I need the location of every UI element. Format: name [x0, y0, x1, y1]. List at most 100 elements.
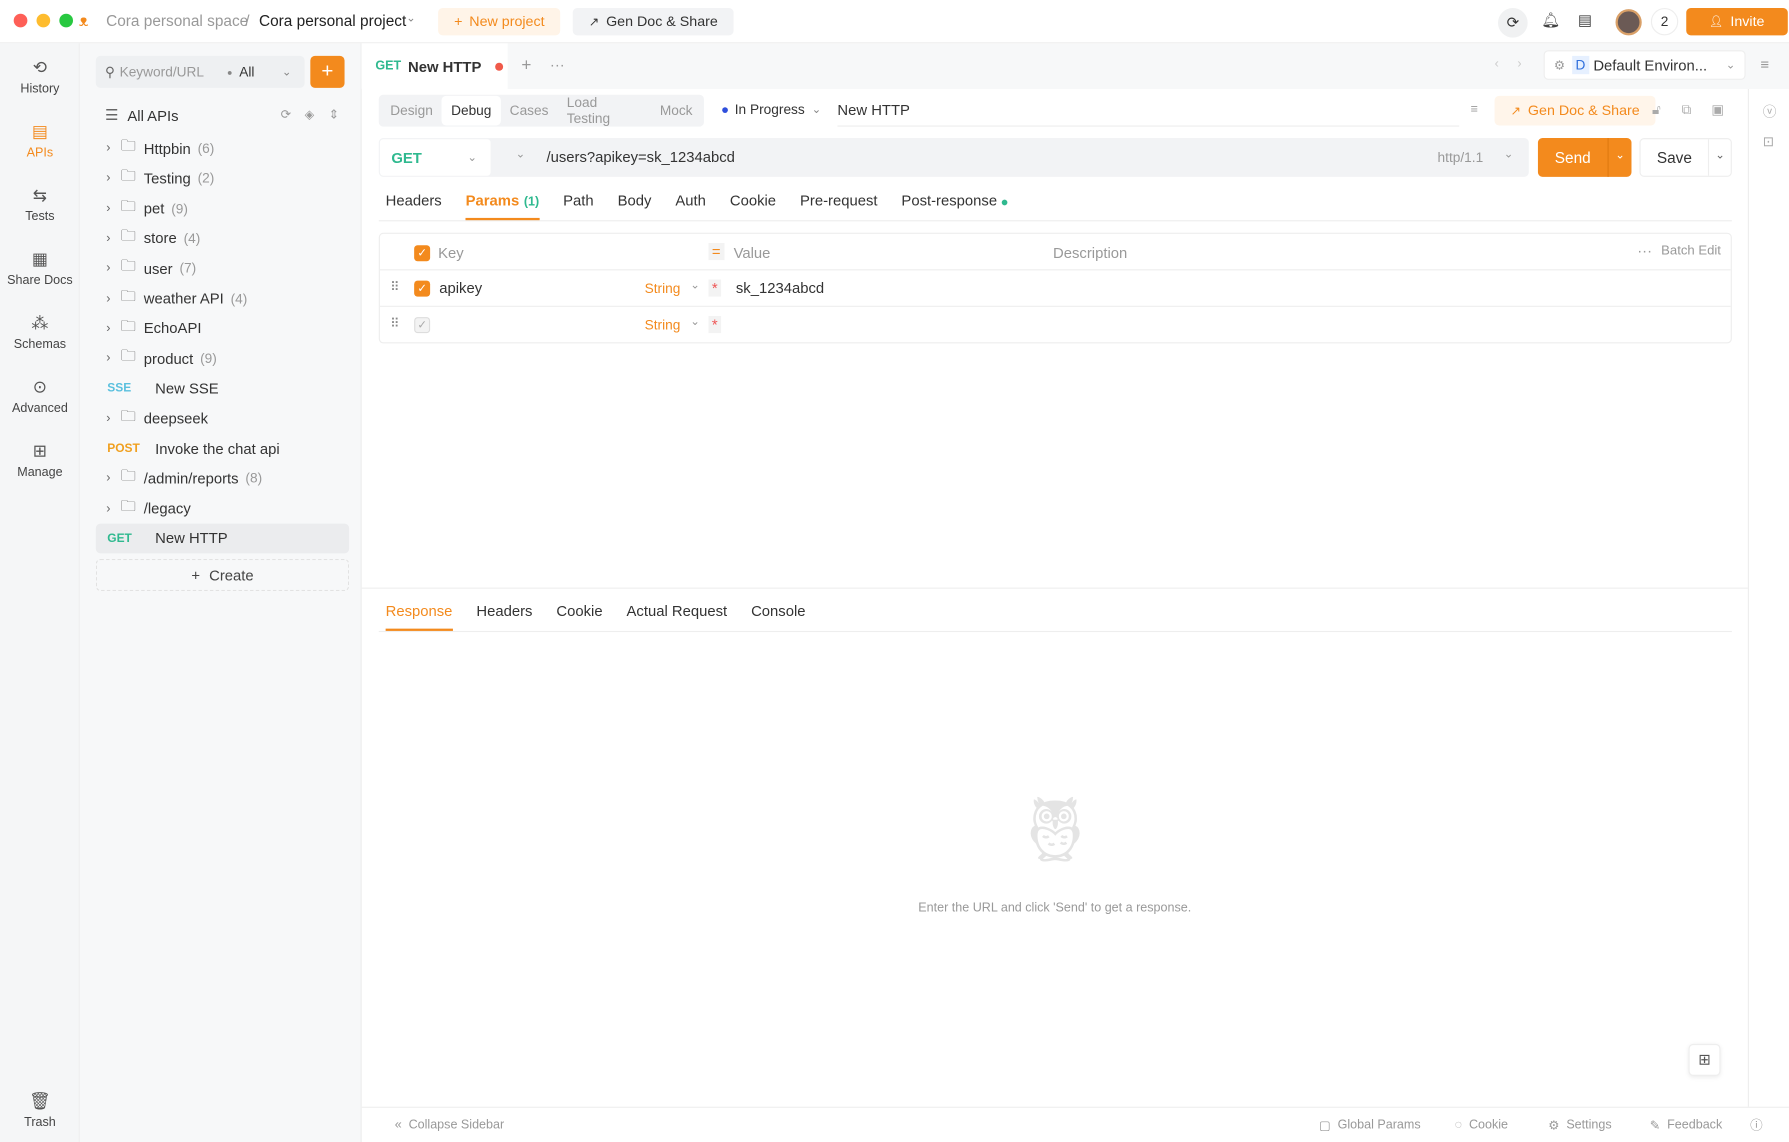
more-icon[interactable]: ···: [1637, 242, 1652, 259]
global-params-button[interactable]: ▢ Global Params: [1319, 1118, 1421, 1132]
chevron-down-icon[interactable]: ⌄: [282, 66, 292, 79]
mode-tab-debug[interactable]: Debug: [441, 95, 501, 126]
help-icon[interactable]: ⓘ: [1750, 1116, 1763, 1134]
chevron-down-icon[interactable]: ⌄: [406, 13, 416, 26]
workspace-link[interactable]: Cora personal space: [106, 13, 248, 30]
save-options-icon[interactable]: ⌄: [1708, 139, 1731, 176]
feedback-button[interactable]: ✎ Feedback: [1650, 1118, 1722, 1132]
chevron-down-icon[interactable]: ⌄: [1504, 148, 1514, 161]
search-input[interactable]: ⚲ Keyword/URL ● All ⌄: [95, 55, 305, 88]
chevron-right-icon[interactable]: ›: [96, 141, 121, 155]
format-icon[interactable]: ≡: [1471, 103, 1478, 117]
folder-item[interactable]: › 🗀︎ weather API (4): [96, 284, 349, 314]
gen-doc-share-button[interactable]: ↗ Gen Doc & Share: [1494, 95, 1656, 126]
param-type-select[interactable]: String: [645, 281, 681, 297]
sync-icon[interactable]: ⟳: [1498, 7, 1528, 38]
tab-new-http[interactable]: GET New HTTP: [361, 43, 508, 89]
menu-icon[interactable]: ≡: [1760, 56, 1769, 73]
batch-edit-button[interactable]: Batch Edit: [1661, 244, 1721, 258]
nav-manage[interactable]: ⊞ Manage: [0, 440, 80, 480]
required-toggle-icon[interactable]: *: [708, 279, 722, 297]
api-item[interactable]: GET New HTTP: [95, 523, 350, 554]
param-value-input[interactable]: sk_1234abcd: [736, 280, 824, 297]
response-tab-headers[interactable]: Headers: [476, 602, 532, 631]
chevron-right-icon[interactable]: ›: [96, 201, 121, 215]
chevron-down-icon[interactable]: ⌄: [690, 316, 700, 329]
create-button[interactable]: + Create: [95, 559, 350, 591]
mode-tab-cases[interactable]: Cases: [501, 96, 558, 126]
save-button[interactable]: Save ⌄: [1639, 138, 1732, 177]
response-tab-response[interactable]: Response: [385, 602, 453, 631]
prev-tab-icon[interactable]: ‹: [1495, 57, 1499, 71]
chevron-right-icon[interactable]: ›: [96, 231, 121, 245]
select-all-checkbox[interactable]: ✓: [414, 245, 431, 262]
send-button[interactable]: Send ⌄: [1537, 138, 1632, 177]
settings-button[interactable]: ⚙ Settings: [1548, 1118, 1611, 1132]
copy-icon[interactable]: ⧉: [1682, 102, 1692, 119]
all-apis[interactable]: ☰ All APIs: [105, 106, 179, 124]
filter-select[interactable]: All: [239, 64, 254, 80]
add-button[interactable]: +: [310, 55, 345, 88]
expand-collapse-icon[interactable]: ⇕: [329, 107, 340, 122]
nav-history[interactable]: ⟲ History: [0, 57, 80, 96]
tab-post-response[interactable]: Post-response: [901, 192, 1008, 221]
folder-item[interactable]: › 🗀︎ store (4): [96, 223, 349, 253]
nav-trash[interactable]: 🗑︎ Trash: [0, 1091, 80, 1130]
protocol-select[interactable]: http/1.1: [1438, 149, 1484, 165]
response-tab-cookie[interactable]: Cookie: [556, 602, 602, 631]
param-type-select[interactable]: String: [645, 317, 681, 333]
collapse-sidebar-button[interactable]: « Collapse Sidebar: [395, 1118, 504, 1132]
folder-item[interactable]: › 🗀︎ EchoAPI: [96, 314, 349, 344]
response-tab-actual-request[interactable]: Actual Request: [627, 602, 728, 631]
folder-item[interactable]: › 🗀︎ /legacy: [96, 494, 349, 524]
chevron-right-icon[interactable]: ›: [96, 171, 121, 185]
next-tab-icon[interactable]: ›: [1517, 57, 1521, 71]
project-selector[interactable]: Cora personal project: [259, 13, 406, 30]
param-key-input[interactable]: apikey: [439, 280, 482, 297]
layout-toggle-icon[interactable]: ⊞: [1688, 1043, 1721, 1076]
folder-item[interactable]: › 🗀︎ deepseek: [96, 404, 349, 434]
nav-tests[interactable]: ⇆ Tests: [0, 185, 80, 224]
send-options-icon[interactable]: ⌄: [1607, 138, 1632, 177]
chevron-down-icon[interactable]: ⌄: [690, 280, 700, 293]
api-item[interactable]: SSE New SSE: [96, 374, 349, 404]
url-input[interactable]: /users?apikey=sk_1234abcd: [546, 148, 734, 165]
tab-headers[interactable]: Headers: [386, 192, 442, 221]
folder-item[interactable]: › 🗀︎ product (9): [96, 344, 349, 374]
archive-icon[interactable]: ▣: [1711, 102, 1724, 118]
avatar[interactable]: [1615, 9, 1642, 36]
member-count[interactable]: 2: [1650, 7, 1679, 36]
notes-icon[interactable]: ▤: [1578, 11, 1592, 29]
chevron-right-icon[interactable]: ›: [96, 472, 121, 486]
nav-schemas[interactable]: ⁂ Schemas: [0, 313, 80, 352]
bell-icon[interactable]: 🔔︎: [1541, 11, 1560, 29]
param-checkbox[interactable]: ✓: [414, 317, 431, 334]
mode-tab-design[interactable]: Design: [381, 96, 442, 126]
chevron-right-icon[interactable]: ›: [96, 261, 121, 275]
param-checkbox[interactable]: ✓: [414, 280, 431, 297]
more-tabs-icon[interactable]: ···: [550, 56, 565, 73]
close-window-button[interactable]: [13, 13, 28, 28]
required-toggle-icon[interactable]: *: [708, 316, 722, 334]
folder-item[interactable]: › 🗀︎ pet (9): [96, 193, 349, 223]
mode-tab-mock[interactable]: Mock: [651, 96, 702, 126]
lock-icon[interactable]: 🔓︎: [1652, 102, 1661, 119]
tab-params[interactable]: Params (1): [465, 192, 540, 221]
environment-selector[interactable]: ⚙ D Default Environ... ⌄: [1543, 50, 1746, 80]
tab-path[interactable]: Path: [563, 192, 594, 221]
chevron-right-icon[interactable]: ›: [96, 412, 121, 426]
cookie-button[interactable]: ◌ Cookie: [1455, 1118, 1508, 1132]
minimize-window-button[interactable]: [36, 13, 51, 28]
chevron-right-icon[interactable]: ›: [96, 502, 121, 516]
folder-item[interactable]: › 🗀︎ Testing (2): [96, 163, 349, 193]
nav-share-docs[interactable]: ▦ Share Docs: [0, 249, 80, 288]
new-project-button[interactable]: + New project: [438, 7, 561, 36]
method-select[interactable]: GET ⌄: [379, 139, 491, 176]
add-tab-button[interactable]: +: [521, 56, 531, 75]
tab-body[interactable]: Body: [618, 192, 652, 221]
tab-cookie[interactable]: Cookie: [730, 192, 776, 221]
chevron-right-icon[interactable]: ›: [96, 291, 121, 305]
chevron-right-icon[interactable]: ›: [96, 352, 121, 366]
drag-handle-icon[interactable]: ⠿: [390, 280, 399, 295]
chevron-right-icon[interactable]: ›: [96, 322, 121, 336]
